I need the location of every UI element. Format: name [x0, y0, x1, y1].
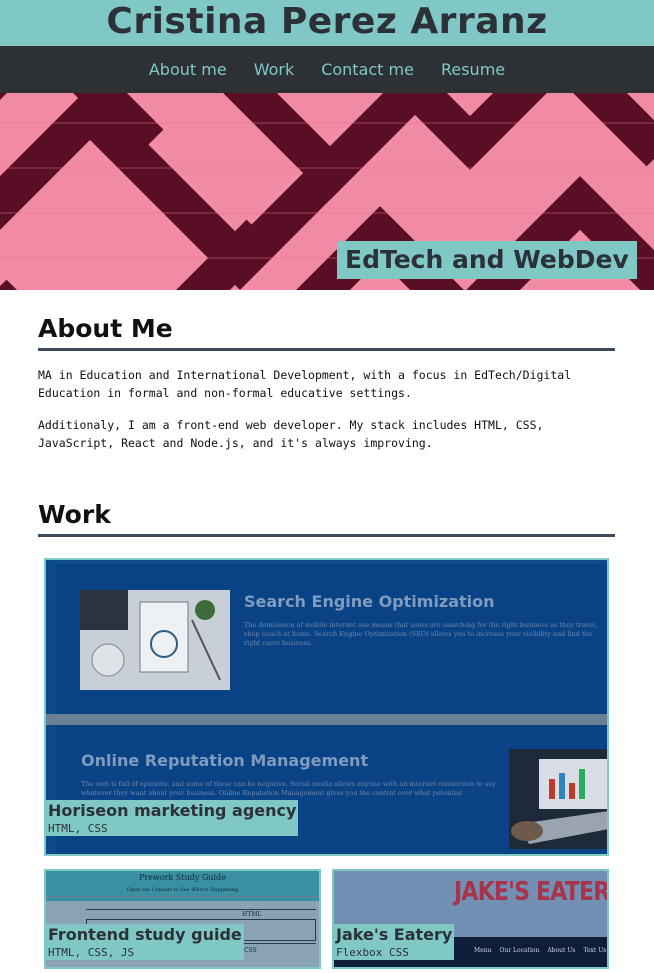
- project-name: Jake's Eatery: [336, 925, 453, 944]
- preview-rule: [46, 896, 319, 897]
- about-paragraph: Additionaly, I am a front-end web develo…: [38, 418, 544, 450]
- preview-menu-item: Menu: [474, 947, 492, 954]
- preview-row: CSS: [244, 947, 257, 954]
- preview-menu-item: Text Us: [583, 947, 607, 954]
- project-card-study-guide[interactable]: Prework Study Guide Open the Console to …: [44, 869, 321, 969]
- about-heading: About Me: [38, 314, 615, 351]
- preview-menu-item: Our Location: [499, 947, 540, 954]
- hero-banner: EdTech and WebDev: [0, 93, 654, 290]
- project-name: Horiseon marketing agency: [48, 801, 297, 820]
- project-tech: HTML, CSS: [48, 822, 108, 835]
- preview-row: HTML: [242, 911, 262, 918]
- preview-menu-item: About Us: [547, 947, 576, 954]
- project-card-horiseon[interactable]: Search Engine Optimization The dominance…: [44, 558, 609, 856]
- preview-heading: Online Reputation Management: [81, 751, 369, 770]
- project-caption: Frontend study guide HTML, CSS, JS: [46, 924, 244, 960]
- nav-link-contact[interactable]: Contact me: [321, 46, 414, 93]
- project-gallery: Search Engine Optimization The dominance…: [38, 537, 615, 969]
- project-caption: Horiseon marketing agency HTML, CSS: [46, 800, 299, 836]
- nav-link-about[interactable]: About me: [149, 46, 227, 93]
- nav-link-work[interactable]: Work: [254, 46, 295, 93]
- preview-seo-panel: Search Engine Optimization The dominance…: [56, 564, 607, 714]
- seo-desk-image: [80, 590, 230, 690]
- project-tech: Flexbox CSS: [336, 946, 409, 959]
- hero-tagline: EdTech and WebDev: [337, 241, 637, 279]
- preview-menu: Menu Our Location About Us Text Us: [474, 947, 606, 954]
- about-section: About Me MA in Education and Internation…: [0, 314, 654, 452]
- project-name: Frontend study guide: [48, 925, 242, 944]
- site-title: Cristina Perez Arranz: [106, 1, 548, 42]
- preview-brand: JAKE'S EATER: [454, 877, 609, 907]
- project-card-jakes-eatery[interactable]: JAKE'S EATER Menu Our Location About Us …: [332, 869, 609, 969]
- preview-line: [86, 909, 316, 910]
- work-section: Work Search Engine Optimization The domi…: [0, 500, 654, 969]
- preview-divider: [46, 714, 607, 725]
- site-header: Cristina Perez Arranz: [0, 0, 654, 46]
- project-caption: Jake's Eatery Flexbox CSS: [334, 924, 455, 960]
- work-heading: Work: [38, 500, 615, 537]
- project-tech: HTML, CSS, JS: [48, 946, 135, 959]
- main-nav: About me Work Contact me Resume: [0, 46, 654, 93]
- nav-link-resume[interactable]: Resume: [441, 46, 505, 93]
- preview-subtitle: Open the Console to See What's Happening: [127, 887, 238, 893]
- about-paragraph: MA in Education and International Develo…: [38, 368, 572, 400]
- preview-reputation-panel: Online Reputation Management The web is …: [56, 725, 607, 854]
- preview-heading: Search Engine Optimization: [244, 592, 495, 611]
- preview-text: The dominance of mobile internet use mea…: [244, 621, 598, 647]
- laptop-image: [509, 749, 607, 849]
